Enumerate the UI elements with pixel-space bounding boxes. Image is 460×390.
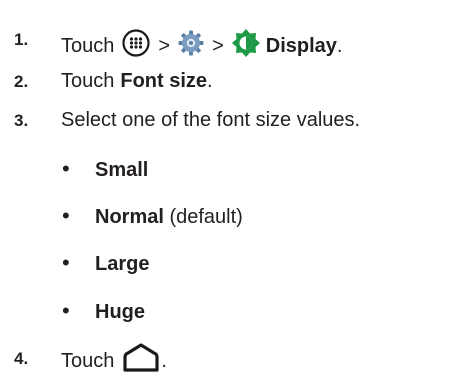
font-size-option: Huge (95, 301, 145, 323)
period: . (336, 34, 343, 57)
step-number: 2. (14, 72, 29, 91)
bullet-icon: • (62, 249, 70, 275)
step-4-content: Touch . (61, 342, 167, 379)
option-label: Huge (95, 301, 145, 323)
option-label: Small (95, 159, 149, 181)
display-label: Display (265, 34, 337, 57)
touch-text: Touch (61, 34, 115, 57)
bullet-icon: • (62, 155, 70, 181)
touch-text: Touch (61, 349, 115, 372)
bullet-icon: • (62, 202, 70, 228)
settings-gear-icon (177, 29, 205, 62)
option-note: (default) (169, 206, 243, 228)
step-number: 3. (14, 111, 29, 130)
step-number: 4. (14, 349, 29, 368)
period: . (161, 349, 167, 372)
font-size-option: Normal (default) (95, 206, 243, 228)
option-label: Large (95, 253, 150, 275)
font-size-label: Font size (120, 70, 208, 92)
touch-text: Touch (61, 70, 115, 92)
option-label: Normal (95, 206, 164, 228)
separator: > (158, 34, 171, 57)
separator: > (212, 34, 224, 57)
step-2-content: Touch Font size . (61, 70, 213, 92)
bullet-icon: • (62, 297, 70, 323)
step-3-content: Select one of the font size values. (61, 109, 360, 131)
step-number: 1. (14, 30, 29, 49)
step-1-content: Touch > > Display . (61, 28, 342, 63)
font-size-option: Large (95, 253, 149, 275)
font-size-option: Small (95, 159, 148, 181)
apps-grid-icon (121, 28, 151, 63)
display-brightness-icon (231, 28, 261, 63)
step-3-text: Select one of the font size values. (61, 109, 361, 131)
period: . (207, 70, 213, 92)
instructions-document: 1. Touch > > Display . 2. Touch Font siz… (0, 0, 460, 390)
home-button-icon (121, 342, 161, 379)
